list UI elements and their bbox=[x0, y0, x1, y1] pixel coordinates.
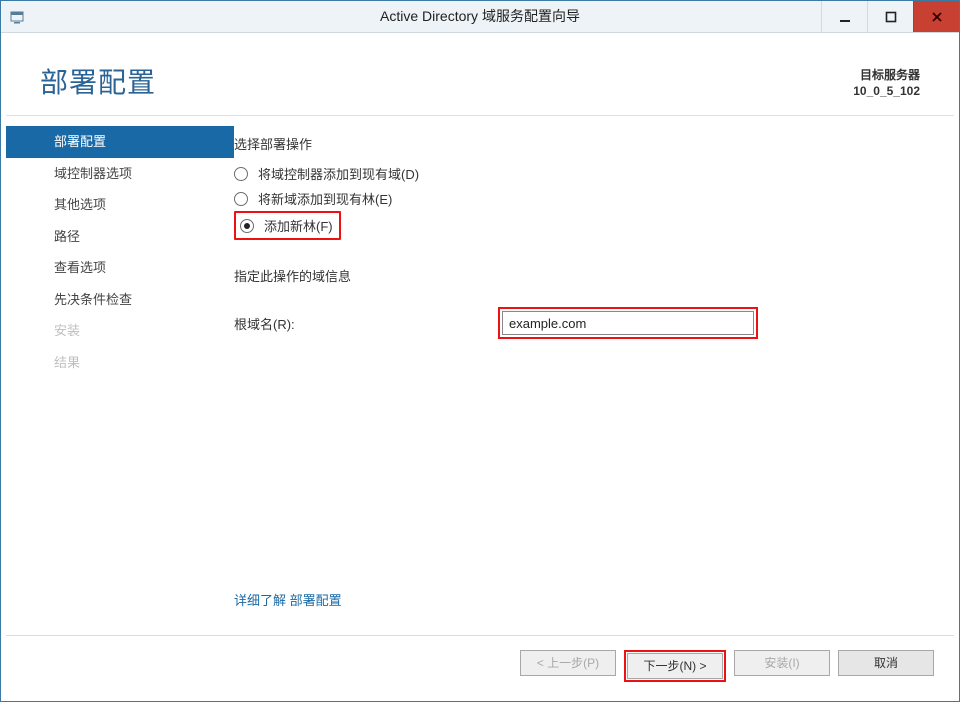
sidebar: 部署配置 域控制器选项 其他选项 路径 查看选项 先决条件检查 安装 结果 bbox=[6, 116, 234, 635]
sidebar-item-additional[interactable]: 其他选项 bbox=[6, 189, 234, 221]
next-button-highlight: 下一步(N) > bbox=[624, 650, 726, 682]
root-domain-input[interactable] bbox=[502, 311, 754, 335]
maximize-button[interactable] bbox=[867, 1, 913, 32]
cancel-button[interactable]: 取消 bbox=[838, 650, 934, 676]
radio-icon bbox=[234, 167, 248, 181]
radio-icon bbox=[240, 219, 254, 233]
sidebar-item-prereq-check[interactable]: 先决条件检查 bbox=[6, 284, 234, 316]
learn-more-topic: 部署配置 bbox=[290, 593, 342, 608]
install-button: 安装(I) bbox=[734, 650, 830, 676]
radio-icon bbox=[234, 192, 248, 206]
body-row: 部署配置 域控制器选项 其他选项 路径 查看选项 先决条件检查 安装 结果 选择… bbox=[6, 116, 954, 635]
button-bar: < 上一步(P) 下一步(N) > 安装(I) 取消 bbox=[6, 635, 954, 696]
sidebar-item-dc-options[interactable]: 域控制器选项 bbox=[6, 158, 234, 190]
domain-info-heading: 指定此操作的域信息 bbox=[234, 266, 924, 285]
target-server-label: 目标服务器 bbox=[853, 67, 920, 83]
titlebar: Active Directory 域服务配置向导 bbox=[1, 1, 959, 33]
learn-more-prefix: 详细了解 bbox=[234, 593, 286, 608]
window-controls bbox=[821, 1, 959, 32]
close-button[interactable] bbox=[913, 1, 959, 32]
sidebar-item-install: 安装 bbox=[6, 315, 234, 347]
radio-add-new-forest[interactable]: 添加新林(F) bbox=[234, 211, 341, 240]
operation-heading: 选择部署操作 bbox=[234, 134, 924, 153]
sidebar-item-results: 结果 bbox=[6, 347, 234, 379]
root-domain-label: 根域名(R): bbox=[234, 314, 498, 333]
sidebar-item-review[interactable]: 查看选项 bbox=[6, 252, 234, 284]
client-area: 部署配置 目标服务器 10_0_5_102 部署配置 域控制器选项 其他选项 路… bbox=[1, 33, 959, 701]
next-button[interactable]: 下一步(N) > bbox=[627, 653, 723, 679]
radio-label: 将域控制器添加到现有域(D) bbox=[258, 164, 419, 183]
main-panel: 选择部署操作 将域控制器添加到现有域(D) 将新域添加到现有林(E) 添加新林(… bbox=[234, 116, 954, 635]
root-domain-row: 根域名(R): bbox=[234, 307, 924, 339]
root-domain-highlight bbox=[498, 307, 758, 339]
app-icon bbox=[1, 1, 33, 32]
target-server-value: 10_0_5_102 bbox=[853, 83, 920, 99]
radio-add-dc-existing-domain[interactable]: 将域控制器添加到现有域(D) bbox=[234, 161, 924, 186]
operation-radio-group: 将域控制器添加到现有域(D) 将新域添加到现有林(E) 添加新林(F) bbox=[234, 161, 924, 240]
radio-label: 将新域添加到现有林(E) bbox=[258, 189, 392, 208]
target-server-box: 目标服务器 10_0_5_102 bbox=[853, 61, 920, 101]
page-title: 部署配置 bbox=[40, 61, 156, 101]
radio-add-domain-existing-forest[interactable]: 将新域添加到现有林(E) bbox=[234, 186, 924, 211]
sidebar-item-paths[interactable]: 路径 bbox=[6, 221, 234, 253]
sidebar-item-deployment-config[interactable]: 部署配置 bbox=[6, 126, 234, 158]
minimize-button[interactable] bbox=[821, 1, 867, 32]
header-row: 部署配置 目标服务器 10_0_5_102 bbox=[6, 33, 954, 116]
prev-button: < 上一步(P) bbox=[520, 650, 616, 676]
window-title: Active Directory 域服务配置向导 bbox=[1, 1, 959, 32]
learn-more-link[interactable]: 详细了解 部署配置 bbox=[234, 586, 924, 635]
wizard-window: Active Directory 域服务配置向导 部署配置 目标服务器 10_0… bbox=[0, 0, 960, 702]
radio-label: 添加新林(F) bbox=[264, 216, 333, 235]
